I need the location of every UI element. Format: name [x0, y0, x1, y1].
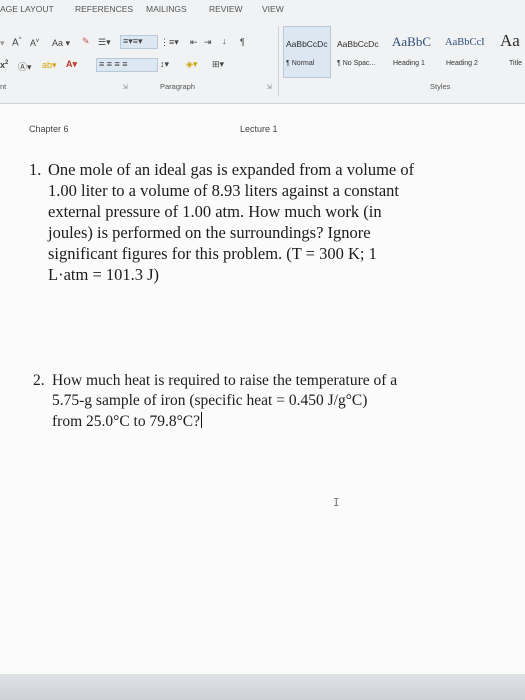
font-size-dropdown-icon[interactable]: ▾ — [0, 38, 5, 49]
decrease-indent-icon[interactable]: ⇤ — [190, 37, 198, 48]
sort-icon[interactable]: ↓ — [222, 36, 227, 46]
ribbon: AGE LAYOUT REFERENCES MAILINGS REVIEW VI… — [0, 0, 525, 104]
page-bottom-edge — [0, 674, 525, 700]
question-2: 2. How much heat is required to raise th… — [33, 372, 523, 442]
align-icons: ≡ ≡ ≡ ≡ — [99, 59, 128, 69]
question-1-line-3: external pressure of 1.00 atm. How much … — [48, 202, 382, 221]
style-heading1-sample[interactable]: AaBbC — [392, 34, 431, 50]
question-1-line-5: significant figures for this problem. (T… — [48, 244, 377, 263]
subscript-button[interactable]: x2 — [0, 60, 8, 70]
style-heading1-name: Heading 1 — [393, 60, 425, 67]
show-marks-icon[interactable]: ¶ — [240, 37, 245, 47]
style-title-name: Title — [509, 60, 522, 67]
increase-indent-icon[interactable]: ⇥ — [204, 37, 212, 48]
ibeam-cursor-icon: I — [333, 496, 340, 509]
font-group-label: nt — [0, 82, 7, 91]
style-heading2-sample[interactable]: AaBbCcI — [445, 37, 485, 48]
style-heading2-name: Heading 2 — [446, 60, 478, 67]
tab-view[interactable]: VIEW — [262, 4, 284, 14]
text-effects-icon[interactable]: Ⓐ▾ — [18, 60, 32, 73]
tab-page-layout[interactable]: AGE LAYOUT — [0, 4, 54, 14]
style-no-spacing-sample[interactable]: AaBbCcDc — [337, 39, 379, 49]
style-no-spacing-name: ¶ No Spac... — [337, 60, 376, 67]
question-1-number: 1. — [29, 160, 42, 179]
header-lecture: Lecture 1 — [240, 124, 278, 134]
change-case-button[interactable]: Aa ▾ — [52, 38, 70, 49]
grow-font-button[interactable]: A^ — [12, 37, 22, 48]
multilevel-list-icon[interactable]: ⋮≡▾ — [160, 37, 179, 48]
shading-icon[interactable]: ◈▾ — [186, 59, 197, 70]
paragraph-dialog-launcher-icon[interactable]: ⇲ — [266, 83, 272, 91]
shrink-font-button[interactable]: Av — [30, 38, 39, 48]
font-dialog-launcher-icon[interactable]: ⇲ — [122, 83, 128, 91]
style-normal-selected[interactable] — [283, 26, 331, 78]
style-normal-sample: AaBbCcDc — [286, 39, 328, 49]
tab-review[interactable]: REVIEW — [209, 4, 243, 14]
borders-icon[interactable]: ⊞▾ — [212, 59, 224, 70]
highlight-color-icon[interactable]: ab▾ — [42, 60, 57, 71]
question-2-line-1: How much heat is required to raise the t… — [52, 372, 398, 389]
question-1-line-4: joules) is performed on the surroundings… — [48, 223, 371, 242]
clear-formatting-icon[interactable]: ✎ — [82, 36, 90, 47]
tab-references[interactable]: REFERENCES — [75, 4, 133, 14]
question-2-line-3-text: from 25.0°C to 79.8°C? — [52, 413, 201, 430]
paragraph-group-label: Paragraph — [160, 82, 196, 91]
question-2-line-3: from 25.0°C to 79.8°C? — [52, 412, 203, 431]
question-2-line-2: 5.75-g sample of iron (specific heat = 0… — [52, 392, 368, 409]
bullets-icon[interactable]: ☰▾ — [98, 37, 111, 48]
numbering-icon: ≡▾≡▾ — [123, 36, 143, 46]
styles-group-label: Styles — [430, 82, 451, 91]
text-cursor — [201, 412, 203, 428]
question-1-line-1: One mole of an ideal gas is expanded fro… — [48, 160, 415, 179]
style-title-sample[interactable]: Aa — [500, 31, 520, 51]
tab-mailings[interactable]: MAILINGS — [146, 4, 187, 14]
question-1-line-2: 1.00 liter to a volume of 8.93 liters ag… — [48, 181, 400, 200]
line-spacing-icon[interactable]: ↕▾ — [160, 59, 169, 70]
font-color-button[interactable]: A▾ — [66, 59, 77, 70]
question-1: 1. One mole of an ideal gas is expanded … — [29, 160, 519, 300]
question-1-line-6: L·atm = 101.3 J) — [48, 265, 160, 284]
style-normal-name: ¶ Normal — [286, 60, 315, 67]
header-chapter: Chapter 6 — [29, 124, 69, 134]
document-page[interactable]: Chapter 6 Lecture 1 1. One mole of an id… — [0, 104, 525, 700]
question-2-number: 2. — [33, 372, 45, 389]
ribbon-separator — [278, 26, 279, 96]
